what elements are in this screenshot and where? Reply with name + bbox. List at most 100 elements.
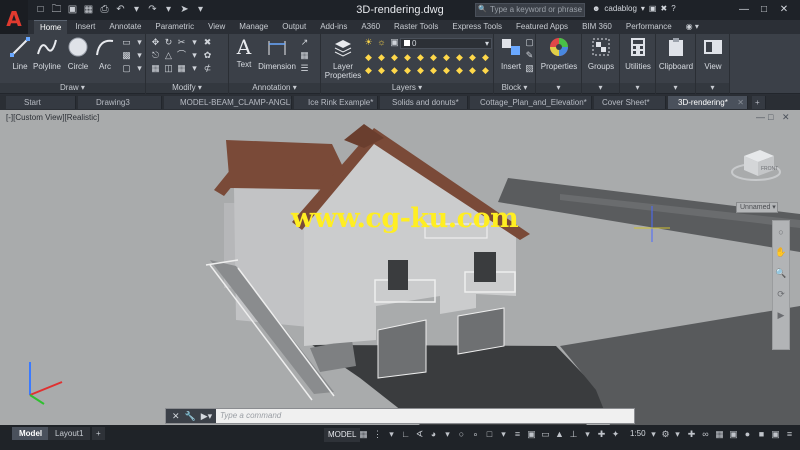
polyline-button[interactable]: Polyline <box>32 36 62 71</box>
copy-icon[interactable]: ⎋ <box>150 50 161 61</box>
fillet-icon[interactable]: ⌒ <box>176 50 187 61</box>
tab-insert[interactable]: Insert <box>69 20 101 34</box>
snap-icon[interactable]: ⋮ <box>372 429 383 440</box>
properties-button[interactable]: Properties <box>540 36 578 71</box>
doc-tab-model-beam[interactable]: MODEL-BEAM_CLAMP-ANGLE* <box>164 96 292 109</box>
command-input[interactable]: Type a command <box>220 411 281 420</box>
object-snap-icon[interactable]: □ <box>484 429 495 440</box>
layer-properties-button[interactable]: Layer Properties <box>325 36 361 80</box>
tab-model[interactable]: Model <box>12 427 50 440</box>
viewport-label[interactable]: [-][Custom View][Realistic] <box>6 113 99 122</box>
dropdown-icon[interactable]: ▾ <box>189 37 200 48</box>
close-command-line-icon[interactable]: ✕ <box>172 411 180 422</box>
layer-freeze-icon[interactable]: ◆ <box>415 52 426 63</box>
annotation-panel-label[interactable]: Annotation ▾ <box>229 83 320 93</box>
create-block-icon[interactable]: ▢ <box>524 37 535 48</box>
units-icon[interactable]: ∞ <box>700 429 711 440</box>
quick-properties-icon[interactable]: ▦ <box>714 429 725 440</box>
stretch-icon[interactable]: ▦ <box>150 63 161 74</box>
close-tab-icon[interactable]: ✕ <box>737 96 744 109</box>
layer-merge-icon[interactable]: ◆ <box>389 65 400 76</box>
attribute-icon[interactable]: ▧ <box>524 63 535 74</box>
minimize-icon[interactable]: — <box>737 3 751 16</box>
cart-icon[interactable]: ▣ <box>649 4 657 13</box>
tab-parametric[interactable]: Parametric <box>149 20 200 34</box>
zoom-icon[interactable]: 🔍 <box>775 268 786 279</box>
erase-icon[interactable]: ✖ <box>202 37 213 48</box>
insert-button[interactable]: Insert <box>498 36 524 71</box>
leader-icon[interactable]: ↗ <box>299 37 310 48</box>
transparency-icon[interactable]: ▣ <box>526 429 537 440</box>
dimension-button[interactable]: Dimension <box>257 36 297 71</box>
lock-icon[interactable]: ▣ <box>389 37 400 48</box>
properties-panel-label[interactable]: ▾ <box>536 83 581 93</box>
groups-button[interactable]: Groups <box>584 36 618 71</box>
draw-panel-label[interactable]: Draw ▾ <box>0 83 145 93</box>
layer-change-icon[interactable]: ◆ <box>454 65 465 76</box>
layer-copy-icon[interactable]: ◆ <box>415 65 426 76</box>
view-button[interactable]: View <box>698 36 728 71</box>
annotation-monitor-icon[interactable]: ✚ <box>686 429 697 440</box>
rectangle-icon[interactable]: ▭ <box>121 37 132 48</box>
utilities-panel-label[interactable]: ▾ <box>620 83 655 93</box>
clipboard-panel-label[interactable]: ▾ <box>656 83 695 93</box>
layer-prev-icon[interactable]: ◆ <box>376 52 387 63</box>
explode-icon[interactable]: ✿ <box>202 50 213 61</box>
ucs-view-dropdown[interactable]: Unnamed ▾ <box>736 202 778 213</box>
doc-tab-start[interactable]: Start <box>6 96 76 109</box>
selection-filter-icon[interactable]: ▾ <box>582 429 593 440</box>
circle-button[interactable]: Circle <box>66 36 90 71</box>
exchange-icon[interactable]: ✖ <box>660 4 667 13</box>
drawing-viewport[interactable]: [-][Custom View][Realistic] — □ ✕ www.cg… <box>0 110 800 425</box>
hardware-acceleration-icon[interactable]: ■ <box>756 429 767 440</box>
clean-screen-icon[interactable]: ▣ <box>770 429 781 440</box>
scale-icon[interactable]: ◫ <box>163 63 174 74</box>
boundary-icon[interactable]: ▢ <box>121 63 132 74</box>
layer-on-icon[interactable]: ◆ <box>441 52 452 63</box>
customization-icon[interactable]: ≡ <box>784 429 795 440</box>
layer-isolate-icon[interactable]: ◆ <box>389 52 400 63</box>
tab-layout1[interactable]: Layout1 <box>48 427 91 440</box>
customize-icon[interactable]: 🔧 <box>185 411 196 422</box>
close-icon[interactable]: ✕ <box>777 3 791 16</box>
help-icon[interactable]: ? <box>671 4 675 13</box>
tab-featured-apps[interactable]: Featured Apps <box>510 20 574 34</box>
dropdown-icon[interactable]: ▾ <box>134 63 145 74</box>
gizmo-icon[interactable]: ✚ <box>596 429 607 440</box>
offset-icon[interactable]: ⊄ <box>202 63 213 74</box>
model-space-toggle[interactable]: MODEL <box>324 428 361 442</box>
infer-constraints-icon[interactable]: ∟ <box>400 429 411 440</box>
layer-state-icon[interactable]: ◆ <box>428 65 439 76</box>
tab-express-tools[interactable]: Express Tools <box>446 20 508 34</box>
text-button[interactable]: A Text <box>233 36 255 69</box>
dropdown-icon[interactable]: ▾ <box>386 429 397 440</box>
layer-off-icon[interactable]: ◆ <box>428 52 439 63</box>
maximize-viewport-icon[interactable]: □ <box>768 112 773 122</box>
annotation-scale[interactable]: 1:50 <box>630 429 646 438</box>
tab-output[interactable]: Output <box>276 20 312 34</box>
layer-thaw-icon[interactable]: ◆ <box>454 52 465 63</box>
dynamic-ucs-icon[interactable]: ⊥ <box>568 429 579 440</box>
doc-tab-3d-rendering[interactable]: 3D-rendering* ✕ <box>668 96 748 109</box>
doc-tab-ice-rink[interactable]: Ice Rink Example* <box>294 96 378 109</box>
user-menu[interactable]: ☻ cadablog ▾ ▣ ✖ ? <box>592 4 676 13</box>
lock-ui-icon[interactable]: ▣ <box>728 429 739 440</box>
utilities-button[interactable]: Utilities <box>621 36 655 71</box>
orbit-icon[interactable]: ⟳ <box>777 289 785 300</box>
restore-viewport-icon[interactable]: — <box>756 112 765 122</box>
block-panel-label[interactable]: Block ▾ <box>494 83 535 93</box>
dropdown-icon[interactable]: ▾ <box>498 429 509 440</box>
sun-icon[interactable]: ☼ <box>376 37 387 48</box>
pan-icon[interactable]: ✋ <box>775 247 786 258</box>
clipboard-button[interactable]: Clipboard <box>658 36 694 71</box>
selection-cycling-icon[interactable]: ▭ <box>540 429 551 440</box>
layer-settings-icon[interactable]: ◆ <box>480 65 491 76</box>
hatch-icon[interactable]: ▩ <box>121 50 132 61</box>
tab-annotate[interactable]: Annotate <box>103 20 147 34</box>
edit-block-icon[interactable]: ✎ <box>524 50 535 61</box>
tab-manage[interactable]: Manage <box>233 20 274 34</box>
view-panel-label[interactable]: ▾ <box>696 83 729 93</box>
trim-icon[interactable]: ✂ <box>176 37 187 48</box>
layer-filter-icon[interactable]: ◆ <box>467 65 478 76</box>
markup-icon[interactable]: ☰ <box>299 63 310 74</box>
